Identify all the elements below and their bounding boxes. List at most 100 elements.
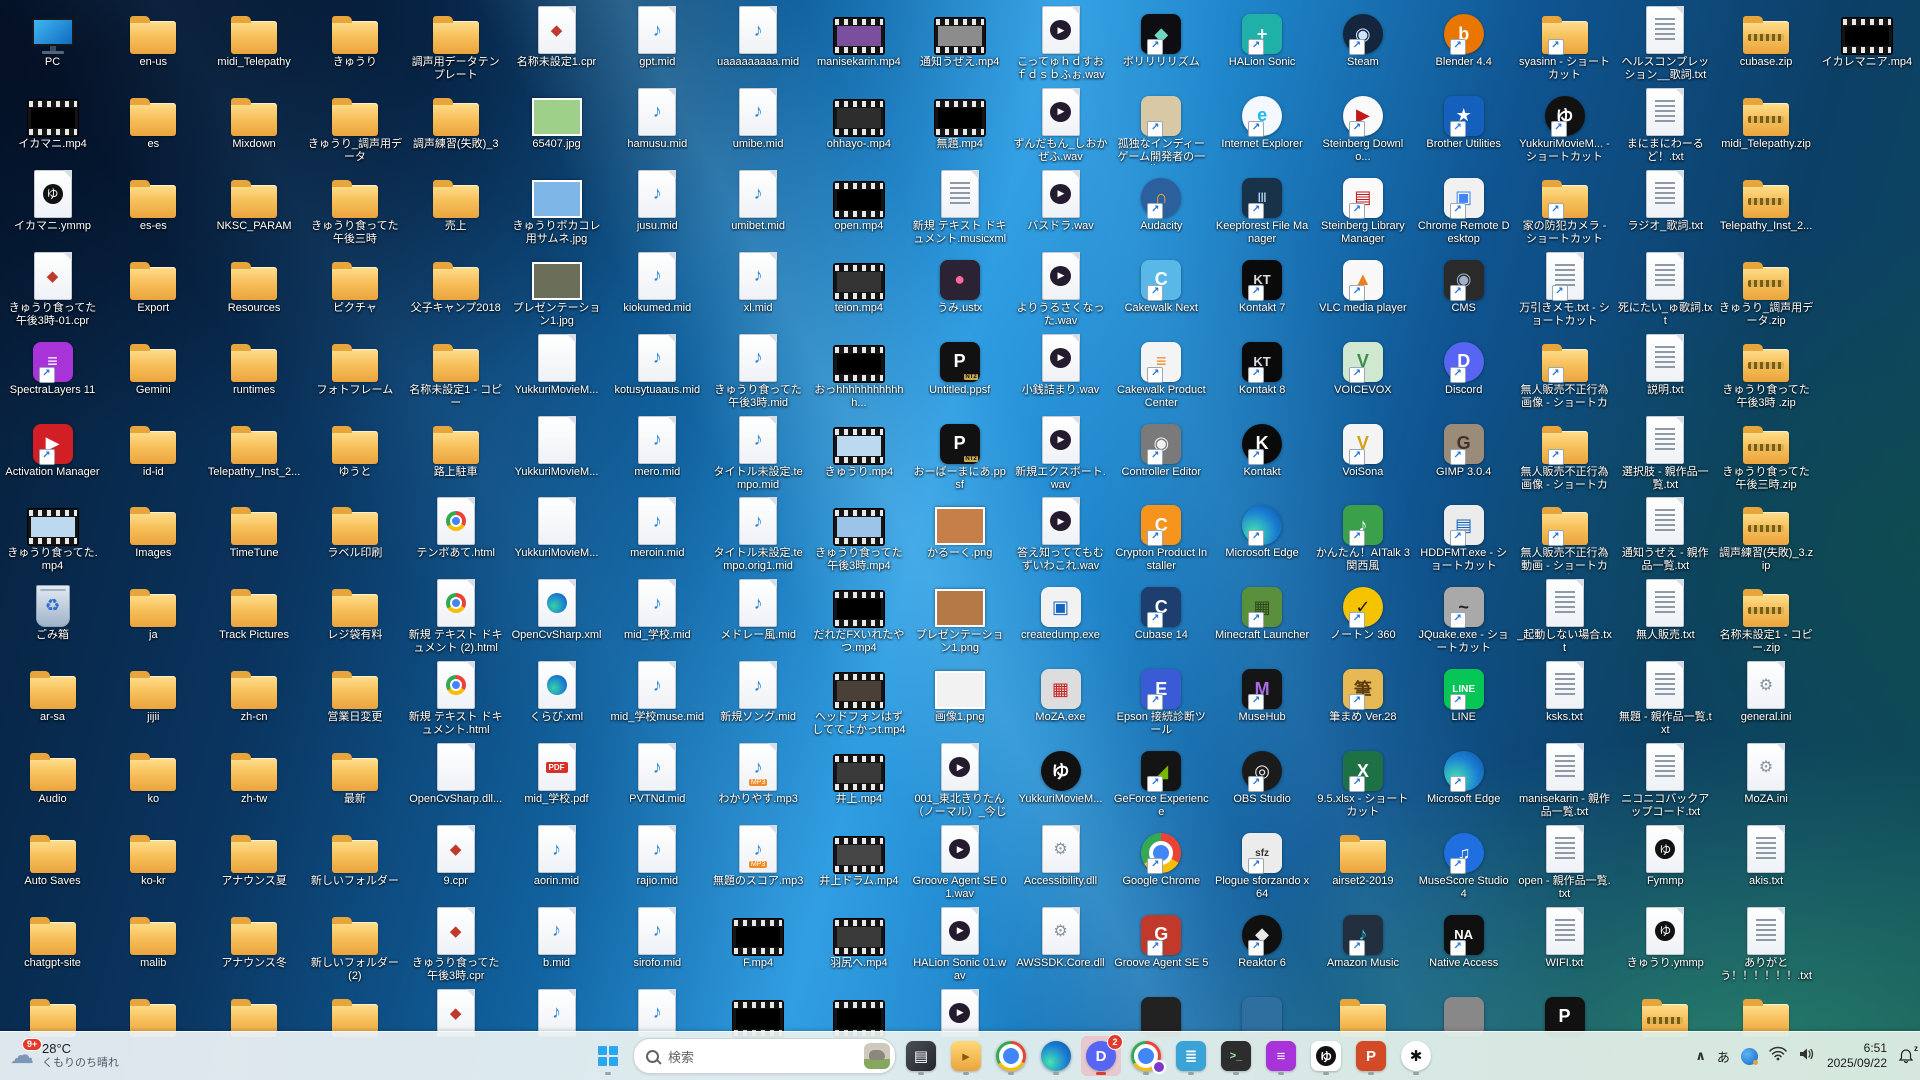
desktop-icon[interactable]: + ↗ HALion Sonic (1214, 6, 1311, 86)
desktop-icon[interactable]: ↗ Microsoft Edge (1415, 743, 1512, 823)
desktop-icon[interactable]: airset2-2019 (1314, 825, 1411, 905)
desktop-icon[interactable]: ja (105, 579, 202, 659)
desktop-icon[interactable]: 新規 テキスト ドキュメント.musicxml (911, 169, 1008, 250)
wifi-icon[interactable] (1769, 1046, 1787, 1066)
desktop-icon[interactable]: ▣ createdump.exe (1012, 579, 1109, 659)
desktop-icon[interactable]: YukkuriMovieM... (508, 333, 605, 414)
taskbar-powerpoint-icon[interactable]: P (1351, 1036, 1391, 1076)
desktop-icon[interactable]: manisekarin - 親作品一覧.txt (1516, 743, 1613, 823)
desktop-icon[interactable]: 路上駐車 (407, 416, 504, 496)
desktop-icon[interactable]: es (105, 88, 202, 168)
desktop-icon[interactable]: 父子キャンプ2018 (407, 252, 504, 332)
desktop-icon[interactable]: ▦ MoZA.exe (1012, 661, 1109, 741)
desktop-icon[interactable]: K ↗ Kontakt (1214, 416, 1311, 496)
desktop-icon[interactable]: midi_Telepathy.zip (1718, 88, 1815, 168)
desktop-icon[interactable]: イカマニ.mp4 (4, 88, 101, 168)
desktop-icon[interactable]: アナウンス夏 (206, 825, 303, 905)
taskbar-edge-icon[interactable] (1036, 1036, 1076, 1076)
desktop-icon[interactable]: es-es (105, 170, 202, 250)
desktop-icon[interactable]: X ↗ 9.5.xlsx - ショートカット (1314, 743, 1411, 823)
desktop-icon[interactable]: b ↗ Blender 4.4 (1415, 6, 1512, 86)
desktop-icon[interactable]: ゆイカマニ.ymmp (4, 169, 101, 250)
desktop-icon[interactable]: きゅうりボカコレ用サムネ.jpg (508, 170, 605, 250)
desktop-icon[interactable]: ♪ メドレー風.mid (710, 579, 807, 659)
desktop-icon[interactable]: ヘルスコンプレッション__歌詞.txt (1617, 6, 1714, 86)
desktop-icon[interactable]: テンポあて.html (407, 497, 504, 577)
desktop-icon[interactable]: akis.txt (1718, 825, 1815, 905)
desktop-icon[interactable]: 死にたい_ゅ歌詞.txt (1617, 251, 1714, 332)
desktop-icon[interactable]: くらび.xml (508, 661, 605, 741)
desktop-icon[interactable]: ↗無人販売不正行為画像 - ショートカット (1516, 416, 1613, 496)
desktop-icon[interactable]: ~ ↗ JQuake.exe - ショートカット (1415, 579, 1512, 659)
desktop-icon[interactable]: 説明.txt (1617, 333, 1714, 414)
desktop-icon[interactable]: きゅうり食ってた午後三時.zip (1718, 416, 1815, 496)
desktop-icon[interactable]: zh-cn (206, 661, 303, 741)
taskbar-chrome-icon[interactable] (991, 1036, 1031, 1076)
desktop-icon[interactable]: chatgpt-site (4, 907, 101, 987)
taskbar-notepad-blue-icon[interactable]: ≣ (1171, 1036, 1211, 1076)
desktop-icon[interactable]: ♪ b.mid (508, 906, 605, 987)
desktop-icon[interactable]: ゆきゅうり.ymmp (1617, 906, 1714, 987)
desktop-icon[interactable]: ⚙ MoZA.ini (1718, 743, 1815, 823)
desktop-icon[interactable]: YukkuriMovieM... (508, 497, 605, 577)
taskbar-search-box[interactable]: 検索 (633, 1038, 896, 1074)
desktop-icon[interactable]: ◆ ↗ Reaktor 6 (1214, 907, 1311, 987)
desktop-icon[interactable]: ▦ ↗ Minecraft Launcher (1214, 579, 1311, 659)
desktop-icon[interactable]: ⚙ Accessibility.dll (1012, 825, 1109, 905)
desktop-icon[interactable]: ニコニコバックアップコード.txt (1617, 743, 1714, 823)
taskbar-ymm-icon[interactable]: ゆ (1306, 1036, 1346, 1076)
desktop-icon[interactable]: id-id (105, 416, 202, 496)
desktop-icon[interactable]: 営業日変更 (306, 661, 403, 741)
desktop-icon[interactable]: ≡ ↗ SpectraLayers 11 (4, 334, 101, 414)
desktop-icon[interactable]: ♪ hamusu.mid (609, 87, 706, 168)
desktop-icon[interactable]: Gemini (105, 334, 202, 414)
desktop-icon[interactable]: 無人販売.txt (1617, 579, 1714, 659)
desktop-icon[interactable]: プレゼンテーション1.png (911, 579, 1008, 659)
taskbar-chatgpt-icon[interactable]: ✱ (1396, 1036, 1436, 1076)
desktop-icon[interactable]: ラベル印刷 (306, 497, 403, 577)
desktop-icon[interactable]: 新規 テキスト ドキュメント.html (407, 661, 504, 741)
desktop-icon[interactable]: ↗ syasinn - ショートカット (1516, 6, 1613, 86)
desktop-icon[interactable]: ♻ ごみ箱 (4, 579, 101, 659)
desktop-icon[interactable]: ▲ ↗ VLC media player (1314, 252, 1411, 332)
desktop-icon[interactable]: ▣ ↗ Chrome Remote Desktop (1415, 170, 1512, 250)
desktop-icon[interactable]: 井上ドラム.mp4 (810, 825, 907, 905)
desktop-icon[interactable]: YukkuriMovieM... (508, 415, 605, 496)
desktop-icon[interactable]: ♪ kiokumed.mid (609, 251, 706, 332)
desktop-icon[interactable]: きゅうり_調声用データ.zip (1718, 252, 1815, 332)
desktop-icon[interactable]: ♪ jusu.mid (609, 169, 706, 250)
desktop-icon[interactable]: LINE ↗ LINE (1415, 661, 1512, 741)
desktop-icon[interactable]: M ↗ MuseHub (1214, 661, 1311, 741)
desktop-icon[interactable]: 画像1.png (911, 661, 1008, 741)
desktop-icon[interactable]: ◉ ↗ Controller Editor (1113, 416, 1210, 496)
desktop-icon[interactable]: ▶ 新規エクスポート.wav (1012, 415, 1109, 496)
desktop-icon[interactable]: ピクチャ (306, 252, 403, 332)
taskbar-discord-icon[interactable]: D2 (1081, 1034, 1123, 1076)
desktop-icon[interactable]: ||| ↗ Keepforest File Manager (1214, 170, 1311, 250)
desktop-icon[interactable]: きゅうり (306, 6, 403, 86)
desktop-icon[interactable]: 最新 (306, 743, 403, 823)
desktop-icon[interactable]: ◆ ↗ ポリリリリズム (1113, 6, 1210, 86)
desktop-icon[interactable]: jijii (105, 661, 202, 741)
desktop-icon[interactable]: ♪ mid_学校muse.mid (609, 661, 706, 741)
desktop-icon[interactable]: Audio (4, 743, 101, 823)
desktop-icon[interactable]: V ↗ VoiSona (1314, 416, 1411, 496)
desktop-icon[interactable]: 調声練習(失敗)_3 (407, 88, 504, 168)
desktop-icon[interactable]: 調声練習(失敗)_3.zip (1718, 497, 1815, 577)
desktop-icon[interactable]: ksks.txt (1516, 661, 1613, 741)
desktop-icon[interactable]: 新規 テキスト ドキュメント (2).html (407, 579, 504, 659)
desktop-icon[interactable]: フォトフレーム (306, 334, 403, 414)
desktop-icon[interactable]: ♪ ↗ Amazon Music (1314, 907, 1411, 987)
desktop-icon[interactable]: e ↗ Internet Explorer (1214, 88, 1311, 168)
desktop-icon[interactable]: ゆ YukkuriMovieM... (1012, 743, 1109, 823)
desktop-icon[interactable]: ▶ 答え知っててもむずいわこれ.wav (1012, 497, 1109, 577)
desktop-icon[interactable]: きゅうり食ってた午後3時 .zip (1718, 334, 1815, 414)
desktop-icon[interactable]: 名称未設定1 - コピー (407, 334, 504, 414)
desktop-icon[interactable]: ↗無人販売不正行為画像 - ショートカッ... (1516, 334, 1613, 414)
desktop-icon[interactable]: ♪ タイトル未設定.tempo.mid (710, 415, 807, 496)
desktop-icon[interactable]: まにまにわーるど！.txt (1617, 87, 1714, 168)
desktop-icon[interactable]: Track Pictures (206, 579, 303, 659)
desktop-icon[interactable]: 調声用データテンプレート (407, 6, 504, 86)
desktop-icon[interactable]: ♪ きゅうり食ってた午後3時.mid (710, 333, 807, 414)
desktop-icon[interactable]: ● うみ.ustx (911, 252, 1008, 332)
